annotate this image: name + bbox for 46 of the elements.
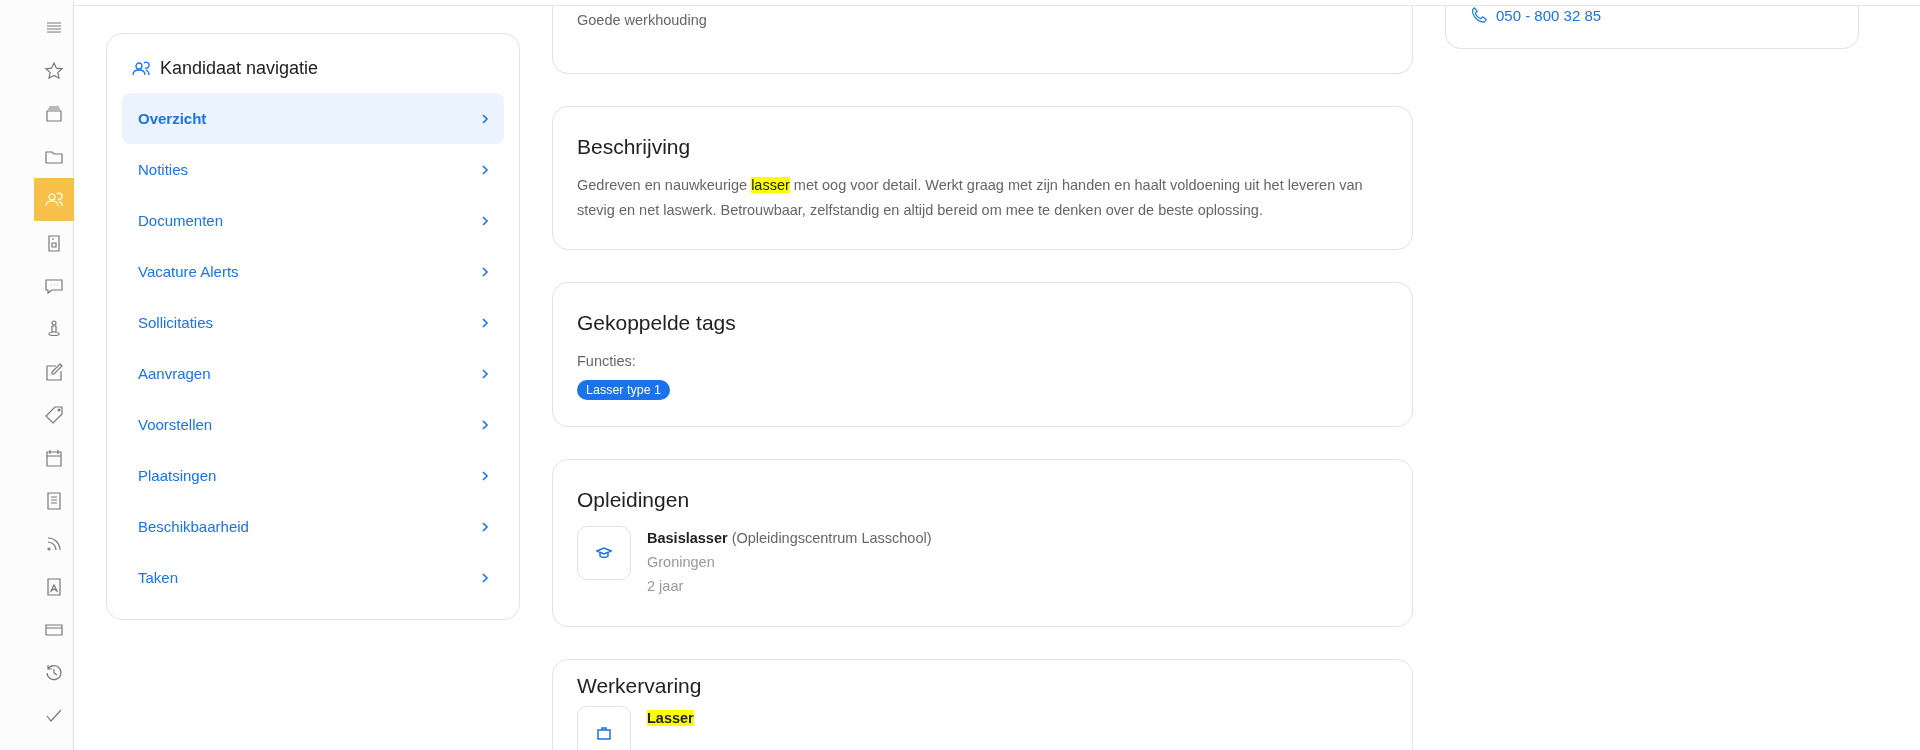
nav-item[interactable]: Sollicitaties <box>122 297 504 348</box>
phone-link[interactable]: 050 - 800 32 85 <box>1470 6 1602 24</box>
chevron-right-icon <box>480 316 490 329</box>
nav-item[interactable]: Taken <box>122 552 504 603</box>
chevron-right-icon <box>480 418 490 431</box>
trait-text: Goede werkhouding <box>577 11 708 30</box>
tag-group-label: Functies: <box>577 352 637 371</box>
education-place: Groningen <box>647 553 716 572</box>
history-icon <box>44 662 64 683</box>
nav-item[interactable]: Documenten <box>122 195 504 246</box>
nav-item[interactable]: Aanvragen <box>122 348 504 399</box>
briefcase-icon <box>596 725 612 741</box>
card-title: Beschrijving <box>577 135 692 159</box>
graduation-cap-icon <box>596 545 612 561</box>
sidebar-item[interactable] <box>34 178 74 221</box>
chevron-right-icon <box>480 214 490 227</box>
education-duration: 2 jaar <box>647 577 685 596</box>
chevron-right-icon <box>480 571 490 584</box>
stack-icon <box>44 103 64 124</box>
nav-item[interactable]: Voorstellen <box>122 399 504 450</box>
star-icon <box>44 60 64 81</box>
chevron-right-icon <box>480 520 490 533</box>
tag-badge: Lasser type 1 <box>577 380 671 400</box>
chevron-right-icon <box>480 469 490 482</box>
edit-icon <box>44 361 64 382</box>
chevron-right-icon <box>480 163 490 176</box>
nav-item[interactable]: Notities <box>122 144 504 195</box>
chevron-right-icon <box>480 265 490 278</box>
nav-item[interactable]: Plaatsingen <box>122 450 504 501</box>
calendar-icon <box>44 447 64 468</box>
description-text: Gedreven en nauwkeurige lasser met oog voor detail. Werkt graag met zijn handen en haalt voldoening uit het leveren van stevig en net laswerk. Betrouwbaar, zelfstandig en altijd bereid om mee te denken over de beste oplossing. <box>577 176 1364 220</box>
tag-icon <box>44 404 64 425</box>
card-title: Gekoppelde tags <box>577 311 737 335</box>
document-icon <box>44 490 64 511</box>
chevron-right-icon <box>480 112 490 125</box>
pdf-icon <box>44 576 64 597</box>
phone-icon <box>1470 6 1488 24</box>
card-title: Opleidingen <box>577 488 691 512</box>
card-title: Kandidaat navigatie <box>160 58 319 79</box>
card-title: Werkervaring <box>577 674 703 698</box>
nav-item[interactable]: Beschikbaarheid <box>122 501 504 552</box>
chevron-right-icon <box>480 367 490 380</box>
nav-item[interactable]: Overzicht <box>122 93 504 144</box>
job-title: Lasser <box>647 709 694 728</box>
nav-item[interactable]: Vacature Alerts <box>122 246 504 297</box>
education-title: Basislasser (Opleidingscentrum Lasschool) <box>647 529 932 548</box>
